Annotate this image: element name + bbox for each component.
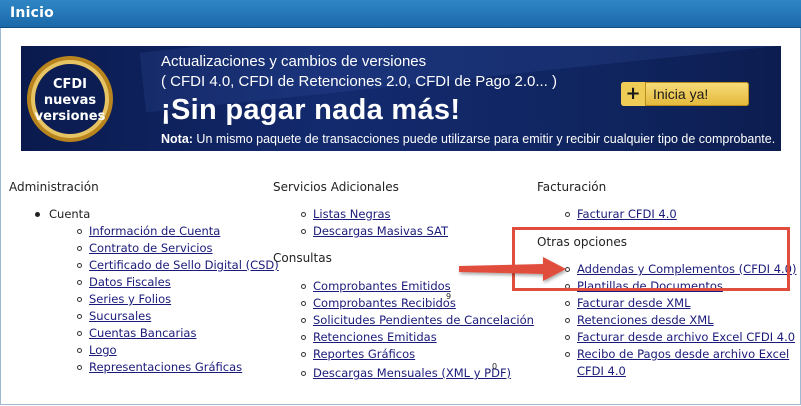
link-series-folios[interactable]: Series y Folios xyxy=(89,292,171,306)
arrow-icon xyxy=(459,257,566,281)
link-recibo-pagos-excel[interactable]: Recibo de Pagos desde archivo Excel xyxy=(577,347,789,361)
bullet-icon xyxy=(565,318,570,323)
link-listas-negras[interactable]: Listas Negras xyxy=(313,207,391,221)
bullet-icon xyxy=(77,229,82,234)
link-logo[interactable]: Logo xyxy=(89,343,117,357)
bullet-icon xyxy=(565,212,570,217)
bullet-icon xyxy=(301,301,306,306)
bullet-icon xyxy=(301,335,306,340)
page-title: Inicio xyxy=(10,5,54,21)
banner-note-label: Nota: xyxy=(161,132,193,146)
link-representaciones-graficas[interactable]: Representaciones Gráficas xyxy=(89,360,242,374)
link-informacion-cuenta[interactable]: Información de Cuenta xyxy=(89,224,220,238)
bullet-icon xyxy=(35,212,40,217)
recibidos-count: 9 xyxy=(446,292,452,301)
bullet-icon xyxy=(301,212,306,217)
facturacion-heading: Facturación xyxy=(537,180,607,194)
bullet-icon xyxy=(77,365,82,370)
link-facturar-excel[interactable]: Facturar desde archivo Excel CFDI 4.0 xyxy=(577,330,795,344)
plus-icon: + xyxy=(621,82,646,106)
link-comprobantes-recibidos[interactable]: Comprobantes Recibidos xyxy=(313,296,456,310)
badge-line-2: nuevas xyxy=(44,93,97,108)
cfdi-badge-icon: CFDI nuevas versiones xyxy=(27,56,113,142)
promo-banner[interactable]: CFDI nuevas versiones Actualizaciones y … xyxy=(21,46,781,151)
link-datos-fiscales[interactable]: Datos Fiscales xyxy=(89,275,171,289)
cuenta-group-label: Cuenta xyxy=(49,207,91,221)
link-retenciones-emitidas[interactable]: Retenciones Emitidas xyxy=(313,330,437,344)
bullet-icon xyxy=(301,284,306,289)
servicios-heading: Servicios Adicionales xyxy=(273,180,399,194)
bullet-icon xyxy=(301,371,306,376)
badge-line-3: versiones xyxy=(35,109,106,124)
link-facturar-cfdi[interactable]: Facturar CFDI 4.0 xyxy=(577,207,677,221)
bullet-icon xyxy=(565,301,570,306)
bullet-icon xyxy=(301,318,306,323)
bullet-icon xyxy=(77,246,82,251)
banner-note-text: Un mismo paquete de transacciones puede … xyxy=(192,132,776,146)
cta-label: Inicia ya! xyxy=(653,86,709,102)
link-contrato-servicios[interactable]: Contrato de Servicios xyxy=(89,241,213,255)
consultas-heading: Consultas xyxy=(273,251,332,265)
link-comprobantes-emitidos[interactable]: Comprobantes Emitidos xyxy=(313,279,451,293)
link-cuentas-bancarias[interactable]: Cuentas Bancarias xyxy=(89,326,196,340)
bullet-icon xyxy=(77,263,82,268)
bullet-icon xyxy=(77,280,82,285)
link-retenciones-xml[interactable]: Retenciones desde XML xyxy=(577,313,714,327)
bullet-icon xyxy=(77,297,82,302)
bullet-icon xyxy=(77,348,82,353)
administracion-heading: Administración xyxy=(9,180,99,194)
banner-note: Nota: Un mismo paquete de transacciones … xyxy=(161,132,775,146)
bullet-icon xyxy=(301,229,306,234)
top-header-bar: Inicio xyxy=(0,0,801,28)
banner-line-1: Actualizaciones y cambios de versiones xyxy=(161,53,427,70)
banner-headline: ¡Sin pagar nada más! xyxy=(161,94,461,126)
link-recibo-pagos-excel-cont[interactable]: CFDI 4.0 xyxy=(577,364,626,378)
link-descargas-mensuales[interactable]: Descargas Mensuales (XML y PDF) xyxy=(313,366,511,380)
bullet-icon xyxy=(77,331,82,336)
bullet-icon xyxy=(77,314,82,319)
bullet-icon xyxy=(565,335,570,340)
bullet-icon xyxy=(565,352,570,357)
link-certificado-csd[interactable]: Certificado de Sello Digital (CSD) xyxy=(89,258,279,272)
link-sucursales[interactable]: Sucursales xyxy=(89,309,151,323)
link-facturar-xml[interactable]: Facturar desde XML xyxy=(577,296,691,310)
banner-line-2: ( CFDI 4.0, CFDI de Retenciones 2.0, CFD… xyxy=(161,73,557,90)
descargas-count: 0 xyxy=(492,362,498,371)
link-reportes-graficos[interactable]: Reportes Gráficos xyxy=(313,347,415,361)
link-descargas-masivas[interactable]: Descargas Masivas SAT xyxy=(313,224,448,238)
link-solicitudes-cancelacion[interactable]: Solicitudes Pendientes de Cancelación xyxy=(313,313,534,327)
inicia-ya-button[interactable]: + Inicia ya! xyxy=(621,82,749,106)
bullet-icon xyxy=(301,352,306,357)
badge-line-1: CFDI xyxy=(53,77,87,92)
